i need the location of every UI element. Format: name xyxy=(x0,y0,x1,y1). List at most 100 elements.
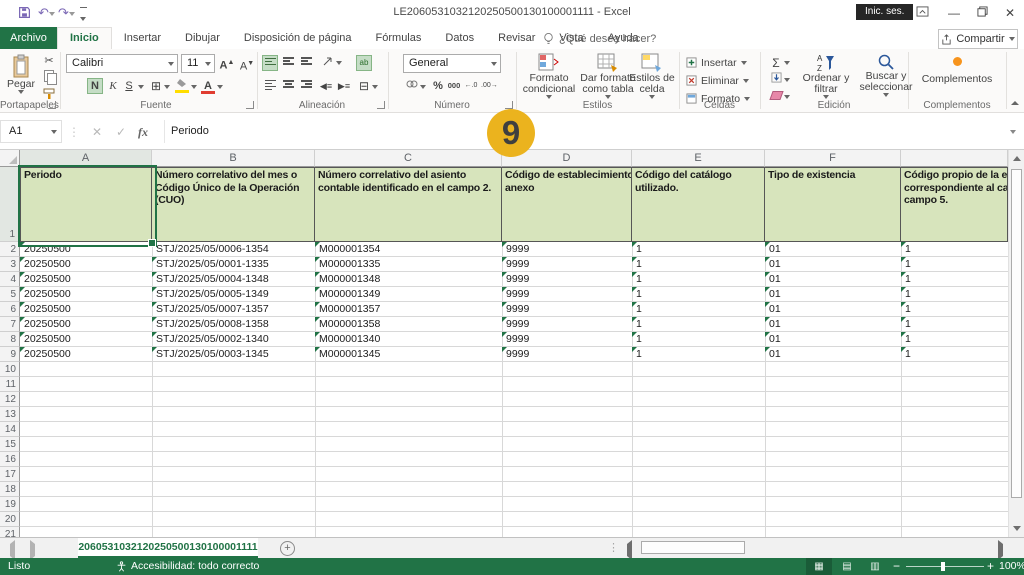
row-header-5[interactable]: 5 xyxy=(0,287,20,302)
font-color-icon[interactable]: A xyxy=(200,78,216,94)
cell-D6[interactable]: 9999 xyxy=(502,302,632,317)
cell-E3[interactable]: 1 xyxy=(632,257,765,272)
row-header-20[interactable]: 20 xyxy=(0,512,20,527)
cell-F7[interactable]: 01 xyxy=(765,317,901,332)
cell-E5[interactable]: 1 xyxy=(632,287,765,302)
cell-B9[interactable]: STJ/2025/05/0003-1345 xyxy=(152,347,315,362)
row-header-12[interactable]: 12 xyxy=(0,392,20,407)
align-center-icon[interactable] xyxy=(280,78,296,94)
borders-icon[interactable]: ⊞ xyxy=(148,78,164,94)
sort-filter-button[interactable]: A Z Ordenar y filtrar xyxy=(800,53,852,99)
decrease-indent-icon[interactable]: ◀≡ xyxy=(318,78,334,94)
comma-style-icon[interactable]: 000 xyxy=(446,78,462,94)
cell-C2[interactable]: M000001354 xyxy=(315,242,502,257)
cell-A5[interactable]: 20250500 xyxy=(20,287,152,302)
fill-options-icon[interactable] xyxy=(784,78,790,82)
cell-B8[interactable]: STJ/2025/05/0002-1340 xyxy=(152,332,315,347)
minimize-button[interactable]: — xyxy=(940,0,968,27)
tab-insertar[interactable]: Insertar xyxy=(112,27,173,49)
cell-D7[interactable]: 9999 xyxy=(502,317,632,332)
row-header-19[interactable]: 19 xyxy=(0,497,20,512)
column-header-C[interactable]: C xyxy=(315,150,502,167)
column-header-E[interactable]: E xyxy=(632,150,765,167)
cell-G8[interactable]: 1 xyxy=(901,332,1008,347)
zoom-in-icon[interactable]: + xyxy=(987,559,994,573)
orientation-icon[interactable] xyxy=(320,55,336,71)
accounting-format-icon[interactable] xyxy=(404,78,420,94)
autosum-icon[interactable]: Σ xyxy=(768,55,784,71)
tab-formulas[interactable]: Fórmulas xyxy=(364,27,434,49)
cell-A4[interactable]: 20250500 xyxy=(20,272,152,287)
restore-button[interactable] xyxy=(968,0,996,27)
font-name-combobox[interactable]: Calibri xyxy=(66,54,178,73)
page-break-view-icon[interactable]: ▥ xyxy=(862,558,888,575)
tell-me-search[interactable]: ¿Qué desea hacer? xyxy=(543,30,656,47)
cell-A9[interactable]: 20250500 xyxy=(20,347,152,362)
header-cell-D1[interactable]: Código de establecimiento anexo xyxy=(502,167,632,242)
row-header-10[interactable]: 10 xyxy=(0,362,20,377)
cell-E9[interactable]: 1 xyxy=(632,347,765,362)
cell-E2[interactable]: 1 xyxy=(632,242,765,257)
cell-F8[interactable]: 01 xyxy=(765,332,901,347)
next-sheet-icon[interactable] xyxy=(30,544,35,556)
font-dialog-launcher-icon[interactable] xyxy=(246,101,254,109)
add-ins-button[interactable]: Complementos xyxy=(908,57,1006,85)
cell-C7[interactable]: M000001358 xyxy=(315,317,502,332)
italic-button[interactable]: K xyxy=(105,78,121,94)
fill-handle[interactable] xyxy=(148,239,156,247)
zoom-slider-track[interactable] xyxy=(906,566,984,567)
merge-options-icon[interactable] xyxy=(372,85,378,89)
cell-E8[interactable]: 1 xyxy=(632,332,765,347)
paste-button[interactable]: Pegar xyxy=(4,53,38,94)
font-size-combobox[interactable]: 11 xyxy=(181,54,215,73)
column-header-A[interactable]: A xyxy=(20,150,152,167)
clear-options-icon[interactable] xyxy=(784,95,790,99)
row-header-14[interactable]: 14 xyxy=(0,422,20,437)
conditional-formatting-button[interactable]: Formato condicional xyxy=(521,53,577,99)
cell-C5[interactable]: M000001349 xyxy=(315,287,502,302)
cell-A7[interactable]: 20250500 xyxy=(20,317,152,332)
row-header-18[interactable]: 18 xyxy=(0,482,20,497)
previous-sheet-icon[interactable] xyxy=(10,544,15,556)
tab-revisar[interactable]: Revisar xyxy=(486,27,547,49)
ribbon-display-options-icon[interactable] xyxy=(908,0,936,27)
borders-options-icon[interactable] xyxy=(164,85,170,89)
scroll-up-icon[interactable] xyxy=(1009,150,1024,167)
cell-D9[interactable]: 9999 xyxy=(502,347,632,362)
row-header-8[interactable]: 8 xyxy=(0,332,20,347)
cell-E4[interactable]: 1 xyxy=(632,272,765,287)
cell-G4[interactable]: 1 xyxy=(901,272,1008,287)
column-header-B[interactable]: B xyxy=(152,150,315,167)
header-cell-E1[interactable]: Código del catálogo utilizado. xyxy=(632,167,765,242)
increase-indent-icon[interactable]: ▶≡ xyxy=(336,78,352,94)
clipboard-dialog-launcher-icon[interactable] xyxy=(48,101,56,109)
increase-font-size-icon[interactable]: A▲ xyxy=(219,55,235,71)
cell-B7[interactable]: STJ/2025/05/0008-1358 xyxy=(152,317,315,332)
vertical-scrollbar[interactable] xyxy=(1008,150,1024,537)
row-header-3[interactable]: 3 xyxy=(0,257,20,272)
cell-G6[interactable]: 1 xyxy=(901,302,1008,317)
cell-E6[interactable]: 1 xyxy=(632,302,765,317)
zoom-out-icon[interactable]: − xyxy=(893,559,900,573)
cell-G2[interactable]: 1 xyxy=(901,242,1008,257)
align-left-icon[interactable] xyxy=(262,78,278,94)
copy-icon[interactable] xyxy=(41,70,57,86)
cell-G3[interactable]: 1 xyxy=(901,257,1008,272)
number-format-combobox[interactable]: General xyxy=(403,54,501,73)
row-header-16[interactable]: 16 xyxy=(0,452,20,467)
tab-archivo[interactable]: Archivo xyxy=(0,27,57,49)
cell-B2[interactable]: STJ/2025/05/0006-1354 xyxy=(152,242,315,257)
cell-D4[interactable]: 9999 xyxy=(502,272,632,287)
horizontal-scroll-thumb[interactable] xyxy=(641,541,745,554)
cell-D2[interactable]: 9999 xyxy=(502,242,632,257)
name-box[interactable]: A1 xyxy=(0,120,62,143)
row-header-6[interactable]: 6 xyxy=(0,302,20,317)
cell-A6[interactable]: 20250500 xyxy=(20,302,152,317)
cell-C6[interactable]: M000001357 xyxy=(315,302,502,317)
cell-styles-button[interactable]: Estilos de celda xyxy=(628,53,676,99)
header-cell-G1[interactable]: Código propio de la ex correspondiente a… xyxy=(901,167,1008,242)
cell-G9[interactable]: 1 xyxy=(901,347,1008,362)
decrease-decimal-icon[interactable]: .00→ xyxy=(481,78,497,94)
cell-D8[interactable]: 9999 xyxy=(502,332,632,347)
zoom-slider-thumb[interactable] xyxy=(941,562,945,571)
